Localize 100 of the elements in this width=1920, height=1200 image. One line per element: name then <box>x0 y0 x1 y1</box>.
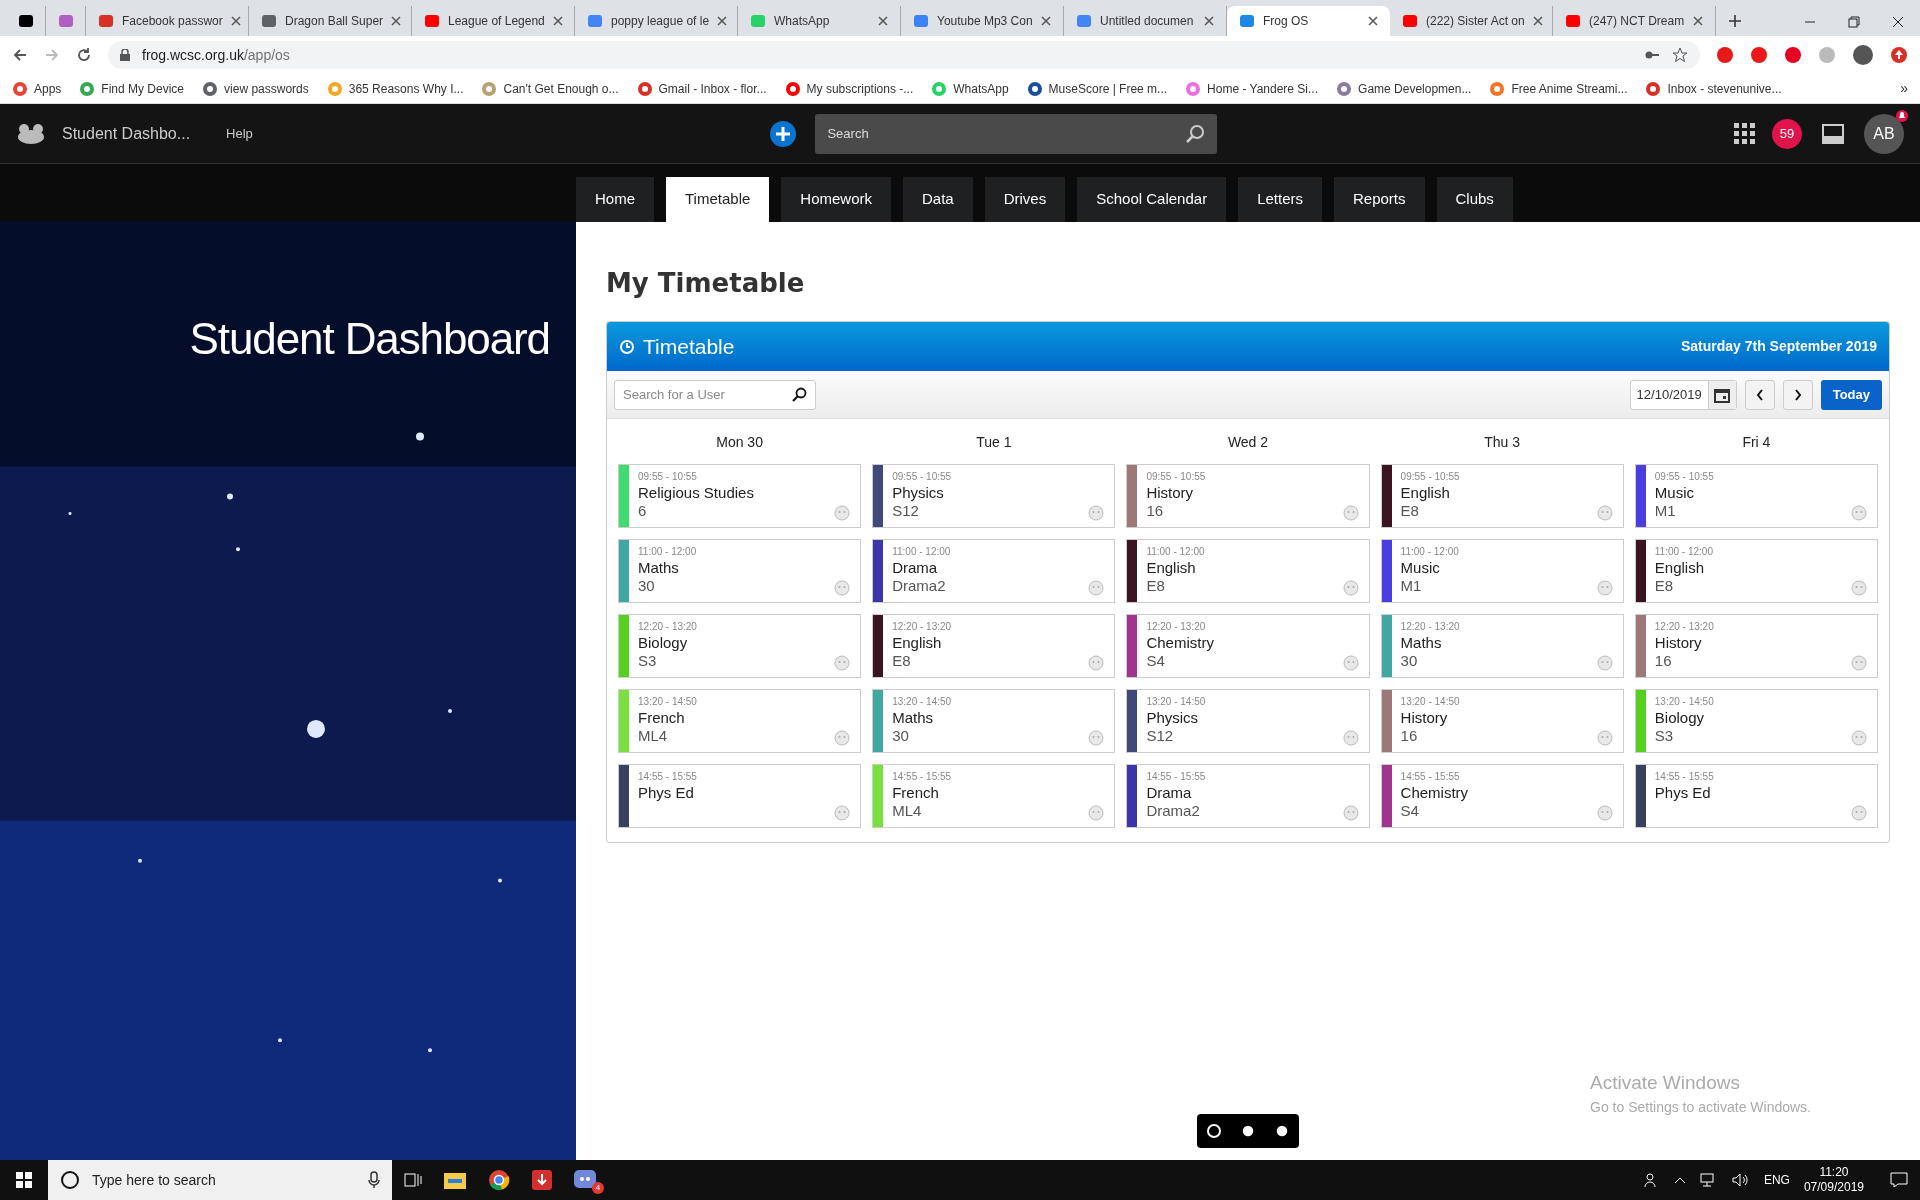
chevron-up-icon[interactable] <box>1673 1176 1686 1184</box>
nav-tab[interactable]: Clubs <box>1436 177 1513 222</box>
help-link[interactable]: Help <box>226 123 253 144</box>
close-icon[interactable] <box>1368 16 1378 26</box>
lesson-card[interactable]: 12:20 - 13:20 English E8 <box>872 614 1116 678</box>
restore-icon[interactable] <box>1848 16 1860 28</box>
lesson-card[interactable]: 11:00 - 12:00 English E8 <box>1126 539 1370 603</box>
search-icon[interactable] <box>791 386 807 403</box>
lesson-card[interactable]: 14:55 - 15:55 Drama Drama2 <box>1126 764 1370 828</box>
bookmark[interactable]: My subscriptions -... <box>784 79 914 98</box>
browser-tab[interactable]: Frog OS <box>1227 6 1390 36</box>
back-icon[interactable] <box>12 47 28 63</box>
update-icon[interactable] <box>1890 46 1908 64</box>
task-view-icon[interactable] <box>404 1172 422 1188</box>
extension-icon[interactable] <box>1750 46 1768 64</box>
nav-tab[interactable]: Drives <box>984 177 1066 222</box>
lesson-card[interactable]: 12:20 - 13:20 Biology S3 <box>618 614 862 678</box>
more-bookmarks[interactable]: » <box>1900 78 1908 99</box>
bookmark[interactable]: Game Developmen... <box>1336 79 1472 98</box>
bookmark[interactable]: Free Anime Streami... <box>1489 79 1628 98</box>
close-icon[interactable] <box>717 16 728 26</box>
nav-tab[interactable]: Home <box>576 177 654 222</box>
nav-tab[interactable]: School Calendar <box>1077 177 1227 222</box>
download-app-icon[interactable] <box>532 1170 552 1190</box>
search-field[interactable]: Search <box>815 113 1218 154</box>
user-avatar[interactable]: AB <box>1864 113 1904 154</box>
nav-tab[interactable]: Homework <box>781 177 891 222</box>
windows-start-icon[interactable] <box>16 1172 32 1188</box>
lesson-card[interactable]: 12:20 - 13:20 History 16 <box>1634 614 1878 678</box>
address-bar[interactable]: frog.wcsc.org.uk/app/os <box>108 41 1700 69</box>
discord-icon[interactable] <box>574 1170 596 1190</box>
close-icon[interactable] <box>878 16 888 26</box>
close-icon[interactable] <box>1041 16 1051 26</box>
lesson-card[interactable]: 14:55 - 15:55 French ML4 <box>872 764 1116 828</box>
frog-logo-icon[interactable] <box>16 122 46 145</box>
lesson-card[interactable]: 13:20 - 14:50 French ML4 <box>618 689 862 753</box>
input-language[interactable]: ENG <box>1763 1171 1790 1189</box>
lesson-card[interactable]: 11:00 - 12:00 Maths 30 <box>618 539 862 603</box>
notification-count[interactable]: 59 <box>1772 118 1802 149</box>
close-icon[interactable] <box>1693 16 1703 26</box>
close-icon[interactable] <box>230 16 241 26</box>
close-icon[interactable] <box>1204 16 1214 26</box>
nav-tab[interactable]: Timetable <box>666 177 770 222</box>
folder-icon[interactable] <box>444 1171 466 1189</box>
chrome-icon[interactable] <box>488 1169 510 1191</box>
lesson-card[interactable]: 09:55 - 10:55 Religious Studies 6 <box>618 464 862 528</box>
apps-grid-icon[interactable] <box>1734 122 1756 145</box>
bookmark[interactable]: Gmail - Inbox - flor... <box>636 79 767 98</box>
bookmark[interactable]: Inbox - stevenunive... <box>1645 79 1782 98</box>
user-search-field[interactable]: Search for a User <box>614 379 816 410</box>
lesson-card[interactable]: 09:55 - 10:55 English E8 <box>1380 464 1624 528</box>
next-week-button[interactable] <box>1782 379 1813 410</box>
clock-date[interactable]: 07/09/2019 <box>1803 1180 1864 1195</box>
nav-tab[interactable]: Reports <box>1334 177 1425 222</box>
lesson-card[interactable]: 11:00 - 12:00 Drama Drama2 <box>872 539 1116 603</box>
lesson-card[interactable]: 14:55 - 15:55 Chemistry S4 <box>1380 764 1624 828</box>
lesson-card[interactable]: 14:55 - 15:55 Phys Ed <box>618 764 862 828</box>
bookmark[interactable]: Can't Get Enough o... <box>481 79 619 98</box>
extension-icon[interactable] <box>1716 46 1734 64</box>
nav-tab[interactable]: Letters <box>1238 177 1322 222</box>
inbox-icon[interactable] <box>1822 123 1844 144</box>
bookmark[interactable]: 365 Reasons Why I... <box>326 79 464 98</box>
lesson-card[interactable]: 12:20 - 13:20 Maths 30 <box>1380 614 1624 678</box>
calendar-icon[interactable] <box>1714 386 1731 403</box>
add-icon[interactable] <box>769 119 798 148</box>
extension-icon[interactable] <box>1784 46 1802 64</box>
lesson-card[interactable]: 13:20 - 14:50 Maths 30 <box>872 689 1116 753</box>
lesson-card[interactable]: 11:00 - 12:00 English E8 <box>1634 539 1878 603</box>
lesson-card[interactable]: 13:20 - 14:50 Biology S3 <box>1634 689 1878 753</box>
bookmark[interactable]: WhatsApp <box>931 79 1009 98</box>
microphone-icon[interactable] <box>368 1171 380 1189</box>
lesson-card[interactable]: 14:55 - 15:55 Phys Ed <box>1634 764 1878 828</box>
close-icon[interactable] <box>391 16 402 26</box>
bookmark[interactable]: MuseScore | Free m... <box>1026 79 1168 98</box>
lesson-card[interactable]: 11:00 - 12:00 Music M1 <box>1380 539 1624 603</box>
lesson-card[interactable]: 13:20 - 14:50 Physics S12 <box>1126 689 1370 753</box>
bookmark[interactable]: Apps <box>12 79 62 98</box>
lesson-card[interactable]: 09:55 - 10:55 Physics S12 <box>872 464 1116 528</box>
clock-time[interactable]: 11:20 <box>1819 1165 1849 1180</box>
previous-week-button[interactable] <box>1744 379 1775 410</box>
new-tab-icon[interactable] <box>1728 14 1742 28</box>
star-icon[interactable] <box>1672 47 1688 63</box>
reload-icon[interactable] <box>76 47 92 63</box>
bookmark[interactable]: Home - Yandere Si... <box>1185 79 1319 98</box>
lesson-card[interactable]: 12:20 - 13:20 Chemistry S4 <box>1126 614 1370 678</box>
notifications-icon[interactable] <box>1890 1172 1908 1188</box>
bookmark[interactable]: view passwords <box>202 79 309 98</box>
close-icon[interactable] <box>552 16 563 26</box>
taskbar-search-field[interactable]: Type here to search <box>48 1160 392 1200</box>
date-field[interactable]: 12/10/2019 <box>1629 379 1737 410</box>
close-icon[interactable] <box>1892 16 1904 28</box>
lesson-card[interactable]: 09:55 - 10:55 Music M1 <box>1634 464 1878 528</box>
avatar-icon[interactable] <box>1852 44 1874 66</box>
volume-icon[interactable] <box>1731 1173 1750 1187</box>
nav-tab[interactable]: Data <box>903 177 973 222</box>
app-title[interactable]: Student Dashbo... <box>62 121 191 146</box>
close-icon[interactable] <box>1532 16 1543 26</box>
today-button[interactable]: Today <box>1820 379 1882 410</box>
bookmark[interactable]: Find My Device <box>79 79 185 98</box>
lesson-card[interactable]: 13:20 - 14:50 History 16 <box>1380 689 1624 753</box>
